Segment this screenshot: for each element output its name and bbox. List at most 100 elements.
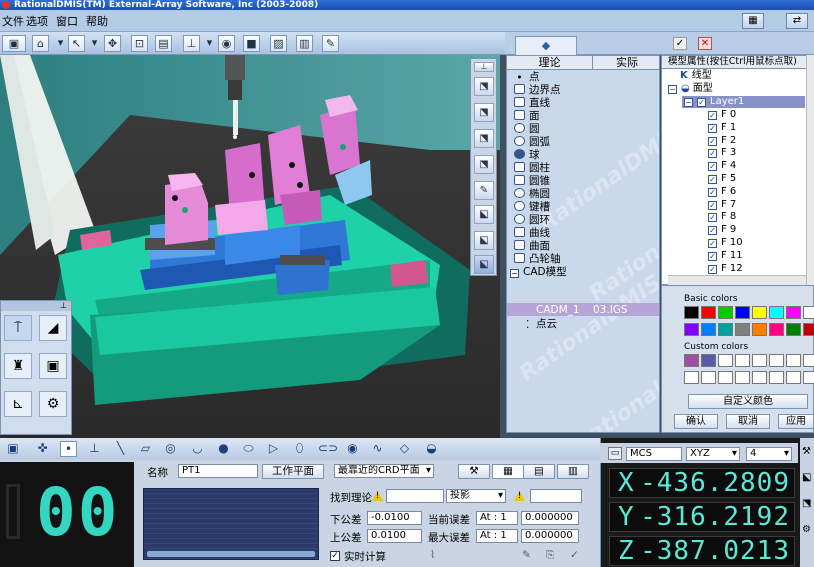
color-swatch[interactable] [752,354,767,367]
edge-point-icon[interactable]: ⊥ [86,441,103,457]
eye-icon[interactable]: ◉ [218,35,235,52]
measure-circle-icon[interactable]: ⬔ [474,155,494,174]
model-panel-vscroll[interactable] [806,55,814,285]
color-swatch[interactable] [769,306,784,319]
probe-path-icon[interactable]: ⌇ [430,549,435,561]
face-checkbox[interactable]: ✓ [708,123,717,133]
accept-icon[interactable]: ✓ [570,549,579,561]
probe-icon[interactable]: ✎ [322,35,339,52]
color-swatch[interactable] [701,323,716,336]
machine-icon[interactable]: ⚙ [39,391,67,417]
tree-item-circle[interactable]: 圆 [514,123,540,136]
face-item[interactable]: ✓ F 9 [708,224,736,236]
tree-item-camshaft[interactable]: 凸轮轴 [514,253,561,266]
projection-select[interactable]: 投影 ▾ [446,489,506,503]
move-icon[interactable]: ⬔ [802,498,811,509]
color-swatch[interactable] [786,371,801,384]
tree-item-cad-model[interactable]: − CAD模型 [510,266,567,279]
surface-type-item[interactable]: − ◒ 面型 [668,83,713,95]
color-swatch[interactable] [718,354,733,367]
color-swatch[interactable] [803,371,814,384]
face-item[interactable]: ✓ F 5 [708,173,736,185]
face-checkbox[interactable]: ✓ [708,136,717,146]
camshaft-icon[interactable]: ◒ [423,441,440,457]
screen-icon[interactable]: ▣ [2,35,26,52]
home-icon[interactable]: ⌂ [32,35,49,52]
color-swatch[interactable] [718,371,733,384]
tree-item-curve[interactable]: 曲线 [514,227,550,240]
color-swatch[interactable] [684,371,699,384]
triangle-tool-icon[interactable]: ◢ [39,315,67,341]
projection-field[interactable] [530,489,582,503]
plane-select[interactable]: XYZ ▾ [686,447,740,461]
find-theory-field[interactable] [386,489,444,503]
plane-select[interactable]: 最靠近的CRD平面 ▾ [334,464,434,478]
layout-icon[interactable]: ▦ [742,13,764,29]
tree-item-line[interactable]: 直线 [514,97,550,110]
probe-settings-icon[interactable]: ⚒ [458,464,490,479]
arc-icon[interactable]: ◡ [189,441,206,457]
probe-tool-icon[interactable]: ⍑ [4,315,32,341]
color-swatch[interactable] [684,306,699,319]
dropdown-icon[interactable]: ▾ [52,35,69,52]
pin-icon[interactable]: ⊥ [474,62,494,72]
face-checkbox[interactable]: ✓ [708,239,717,248]
delete-feature-icon[interactable]: ⬕ [474,231,494,250]
cylinder-icon[interactable]: ⬭ [240,441,257,457]
color-icon[interactable]: ■ [243,35,260,52]
layer-item[interactable]: − ✓ Layer1 [684,96,744,108]
tree-item-ellipse[interactable]: 椭圆 [514,188,550,201]
box-icon[interactable]: ▣ [39,353,67,379]
probe-mode-icon[interactable]: ⬕ [474,255,494,274]
realtime-checkbox[interactable]: ✓ [330,551,340,561]
coord-system-field[interactable]: MCS [626,447,682,461]
color-swatch[interactable] [769,354,784,367]
workplane-button[interactable]: 工作平面 [262,464,324,479]
face-checkbox[interactable]: ✓ [708,200,717,210]
3d-viewport[interactable] [0,55,500,439]
report-view-icon[interactable]: ▥ [557,464,589,479]
menu-help[interactable]: 帮助 [86,13,108,29]
select-arrow-icon[interactable]: ↖ [68,35,85,52]
dropdown-icon[interactable]: ▾ [86,35,103,52]
color-swatch[interactable] [769,371,784,384]
color-swatch[interactable] [752,323,767,336]
measure-point-icon[interactable]: ⬔ [474,77,494,96]
settings-icon[interactable]: ⚙ [802,524,811,535]
probe-icon[interactable]: ⚒ [802,446,811,457]
ellipse-icon[interactable]: ⬯ [291,441,308,457]
digits-select[interactable]: 4 ▾ [746,447,792,461]
color-swatch[interactable] [786,323,801,336]
face-item[interactable]: ✓ F 6 [708,186,736,198]
edit-icon[interactable]: ✎ [474,181,494,200]
axes-icon[interactable]: ⊥ [183,35,200,52]
confirm-checkbox[interactable]: ✓ [673,37,687,50]
grid-view-icon[interactable]: ▦ [492,464,524,479]
tree-item-sphere[interactable]: 球 [514,149,540,162]
face-checkbox[interactable]: ✓ [708,264,717,274]
menu-window[interactable]: 窗口 [56,13,78,29]
face-item[interactable]: ✓ F 0 [708,109,736,121]
face-item[interactable]: ✓ F 11 [708,250,743,262]
cancel-button[interactable]: 取消 [726,414,770,429]
plane-icon[interactable]: ▱ [137,441,154,457]
lower-tolerance-input[interactable]: -0.0100 [367,511,422,525]
dropdown-icon[interactable]: ▾ [201,35,218,52]
measure-line-icon[interactable]: ⬔ [474,103,494,122]
surface-icon[interactable]: ◇ [396,441,413,457]
curve-icon[interactable]: ∿ [369,441,386,457]
face-item[interactable]: ✓ F 3 [708,147,736,159]
tab-features[interactable]: ◆ [515,36,577,55]
scope-slider[interactable] [147,551,315,557]
ok-button[interactable]: 确认 [674,414,718,429]
scan-icon[interactable]: ⬕ [474,205,494,224]
edit-icon[interactable]: ✎ [522,549,531,561]
palette-pin-icon[interactable]: ⊥ [1,301,71,311]
color-swatch[interactable] [803,306,814,319]
line-icon[interactable]: ╲ [112,441,129,457]
color-swatch[interactable] [701,371,716,384]
color-swatch[interactable] [803,323,814,336]
circle-icon[interactable]: ◎ [162,441,179,457]
line-type-item[interactable]: K 线型 [668,70,712,82]
color-swatch[interactable] [786,354,801,367]
